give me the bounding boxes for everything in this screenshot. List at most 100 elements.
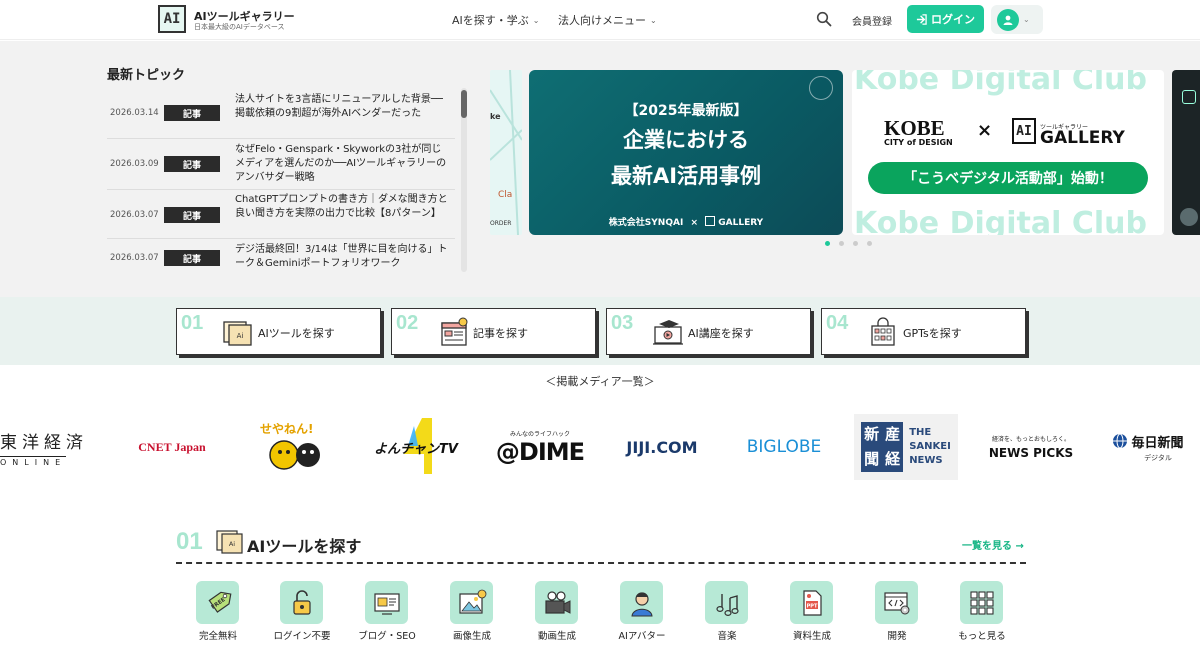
- logo-text: SANKEI: [909, 441, 951, 452]
- topic-badge: 記事: [164, 207, 220, 223]
- carousel-dot[interactable]: [839, 241, 844, 246]
- carousel-dot[interactable]: [853, 241, 858, 246]
- free-tag-icon: FREE: [196, 581, 239, 624]
- quick-nav-number: 04: [826, 312, 849, 334]
- media-logo-row: 東洋経済 ONLINE CNET Japan せやねん! よんチャンTV みんな…: [0, 414, 1200, 480]
- site-logo[interactable]: AI: [158, 5, 186, 33]
- logo-text: せやねん!: [260, 422, 314, 436]
- topic-item[interactable]: 2026.03.14 記事 法人サイトを3言語にリニューアルした背景──掲載依頼…: [107, 90, 455, 139]
- login-button[interactable]: ログイン: [907, 5, 984, 33]
- category-label: AIアバター: [618, 631, 666, 642]
- nav-label: AIを探す・学ぶ: [452, 14, 529, 27]
- quick-nav-label: AIツールを探す: [258, 327, 335, 340]
- logo-text: CNET Japan: [138, 439, 206, 454]
- section-number: 01: [176, 528, 203, 555]
- gpts-icon: [871, 317, 895, 346]
- logo-text: 経: [885, 450, 901, 468]
- logo-text: 聞: [864, 450, 880, 468]
- topic-title[interactable]: デジ活最終回！3/14は「世界に目を向ける」トーク＆Geminiポートフォリオワ…: [235, 243, 449, 271]
- grid-icon: [960, 581, 1003, 624]
- logo-text: みんなのライフハック: [509, 430, 570, 438]
- topic-badge: 記事: [164, 250, 220, 266]
- login-label: ログイン: [931, 13, 975, 26]
- slide-headline-2: 最新AI活用事例: [610, 164, 762, 188]
- quick-nav-ai-tools[interactable]: 01 Ai AIツールを探す: [176, 308, 381, 355]
- blog-icon: [365, 581, 408, 624]
- quick-nav-label: GPTsを探す: [903, 327, 962, 340]
- svg-text:Ai: Ai: [237, 332, 244, 340]
- topic-title[interactable]: 法人サイトを3言語にリニューアルした背景──掲載依頼の9割超が海外AIベンダーだ…: [235, 93, 449, 121]
- chevron-down-icon: ⌄: [1023, 15, 1030, 24]
- svg-text:PPT: PPT: [806, 603, 817, 609]
- media-logo-newspicks: 経済を、もっとおもしろく。 NEWS PICKS: [986, 414, 1076, 480]
- carousel-slide-next[interactable]: [1172, 70, 1200, 235]
- logo-text: @DIME: [495, 437, 585, 466]
- slide-headline-1: 企業における: [623, 128, 749, 152]
- media-logo-biglobe: BIGLOBE: [736, 414, 832, 480]
- nav-find-learn-ai[interactable]: AIを探す・学ぶ ⌄: [452, 12, 539, 28]
- unlock-icon: [280, 581, 323, 624]
- decorative-circle: [809, 76, 833, 100]
- slide-tag: 【2025年最新版】: [624, 103, 748, 119]
- carousel-slide-kobe[interactable]: Kobe Digital Club Kobe Digital Club KOBE…: [852, 70, 1164, 235]
- media-list-title: ＜掲載メディア一覧＞: [545, 375, 655, 388]
- sankei-english: THE SANKEI NEWS: [909, 426, 951, 468]
- user-menu-button[interactable]: ⌄: [991, 5, 1043, 34]
- decorative-avatar: [1180, 208, 1198, 226]
- section-title: AIツールを探す: [247, 537, 362, 556]
- kobe-logo-sub: CITY of DESIGN: [884, 138, 953, 147]
- mainichi-globe-icon: [1113, 433, 1128, 449]
- category-label: 画像生成: [452, 631, 491, 642]
- category-label: 資料生成: [792, 631, 831, 642]
- nav-business-menu[interactable]: 法人向けメニュー ⌄: [558, 12, 657, 28]
- logo-text: JIJI.COM: [626, 437, 698, 457]
- topic-title[interactable]: ChatGPTプロンプトの書き方｜ダメな聞き方と良い聞き方を実際の出力で比較【8…: [235, 193, 449, 221]
- quick-nav-gpts[interactable]: 04 GPTsを探す: [821, 308, 1026, 355]
- svg-text:Ai: Ai: [229, 540, 235, 548]
- media-logo-jiji: JIJI.COM: [608, 414, 716, 480]
- login-icon: [916, 13, 927, 25]
- category-label: もっと見る: [958, 631, 1006, 642]
- topic-item[interactable]: 2026.03.07 記事 ChatGPTプロンプトの書き方｜ダメな聞き方と良い…: [107, 190, 455, 239]
- category-label: ブログ・SEO: [358, 631, 416, 642]
- member-register-link[interactable]: 会員登録: [852, 13, 892, 28]
- topics-scrollbar[interactable]: [461, 88, 467, 272]
- gallery-logo-word: GALLERY: [1040, 128, 1125, 148]
- folder-icon: Ai: [223, 321, 252, 346]
- carousel-slide-prev[interactable]: ke Cla ORDER: [490, 70, 522, 235]
- logo-text: 新: [864, 425, 880, 443]
- carousel-dot[interactable]: [825, 241, 830, 246]
- prev-slide-text: ORDER: [490, 220, 512, 227]
- view-all-link[interactable]: 一覧を見る →: [962, 537, 1024, 552]
- prev-slide-text: ke: [490, 112, 501, 121]
- topic-item[interactable]: 2026.03.07 記事 デジ活最終回！3/14は「世界に目を向ける」トーク＆…: [107, 239, 455, 272]
- quick-nav-articles[interactable]: 02 記事を探す: [391, 308, 596, 355]
- category-label: 音楽: [717, 631, 737, 642]
- slide-footer-cross: ×: [690, 218, 698, 228]
- chevron-down-icon: ⌄: [532, 15, 540, 25]
- topics-scrollbar-thumb[interactable]: [461, 90, 467, 118]
- topic-title[interactable]: なぜFelo・Genspark・Skyworkの3社が同じメディアを選んだのか─…: [235, 143, 449, 185]
- media-logo-yonchan: よんチャンTV: [364, 414, 468, 480]
- slide-footer: 株式会社SYNQAI × GALLERY: [529, 215, 843, 228]
- carousel-slide-ai-cases[interactable]: 【2025年最新版】 企業における 最新AI活用事例 株式会社SYNQAI × …: [529, 70, 843, 235]
- gallery-mark-icon: [705, 216, 716, 226]
- logo-text: THE: [909, 427, 932, 438]
- topic-badge: 記事: [164, 105, 220, 121]
- category-label: 動画生成: [537, 631, 576, 642]
- slide-footer-gallery: GALLERY: [718, 218, 764, 228]
- section-divider: [176, 562, 1026, 564]
- media-logo-dime: みんなのライフハック @DIME: [486, 414, 594, 480]
- gallery-logo-mark: AI: [1012, 118, 1036, 144]
- topic-date: 2026.03.14: [110, 108, 159, 118]
- carousel-dot[interactable]: [867, 241, 872, 246]
- search-icon[interactable]: [816, 11, 832, 27]
- quick-nav-label: AI講座を探す: [688, 327, 754, 340]
- logo-text: 東洋経済: [0, 432, 88, 453]
- quick-nav-courses[interactable]: 03 AI講座を探す: [606, 308, 811, 355]
- category-label: 完全無料: [198, 631, 237, 642]
- topic-item[interactable]: 2026.03.09 記事 なぜFelo・Genspark・Skyworkの3社…: [107, 139, 455, 190]
- latest-topics-list[interactable]: 2026.03.14 記事 法人サイトを3言語にリニューアルした背景──掲載依頼…: [107, 90, 455, 272]
- quick-nav-number: 03: [611, 312, 634, 334]
- cross-mark: ×: [977, 120, 993, 141]
